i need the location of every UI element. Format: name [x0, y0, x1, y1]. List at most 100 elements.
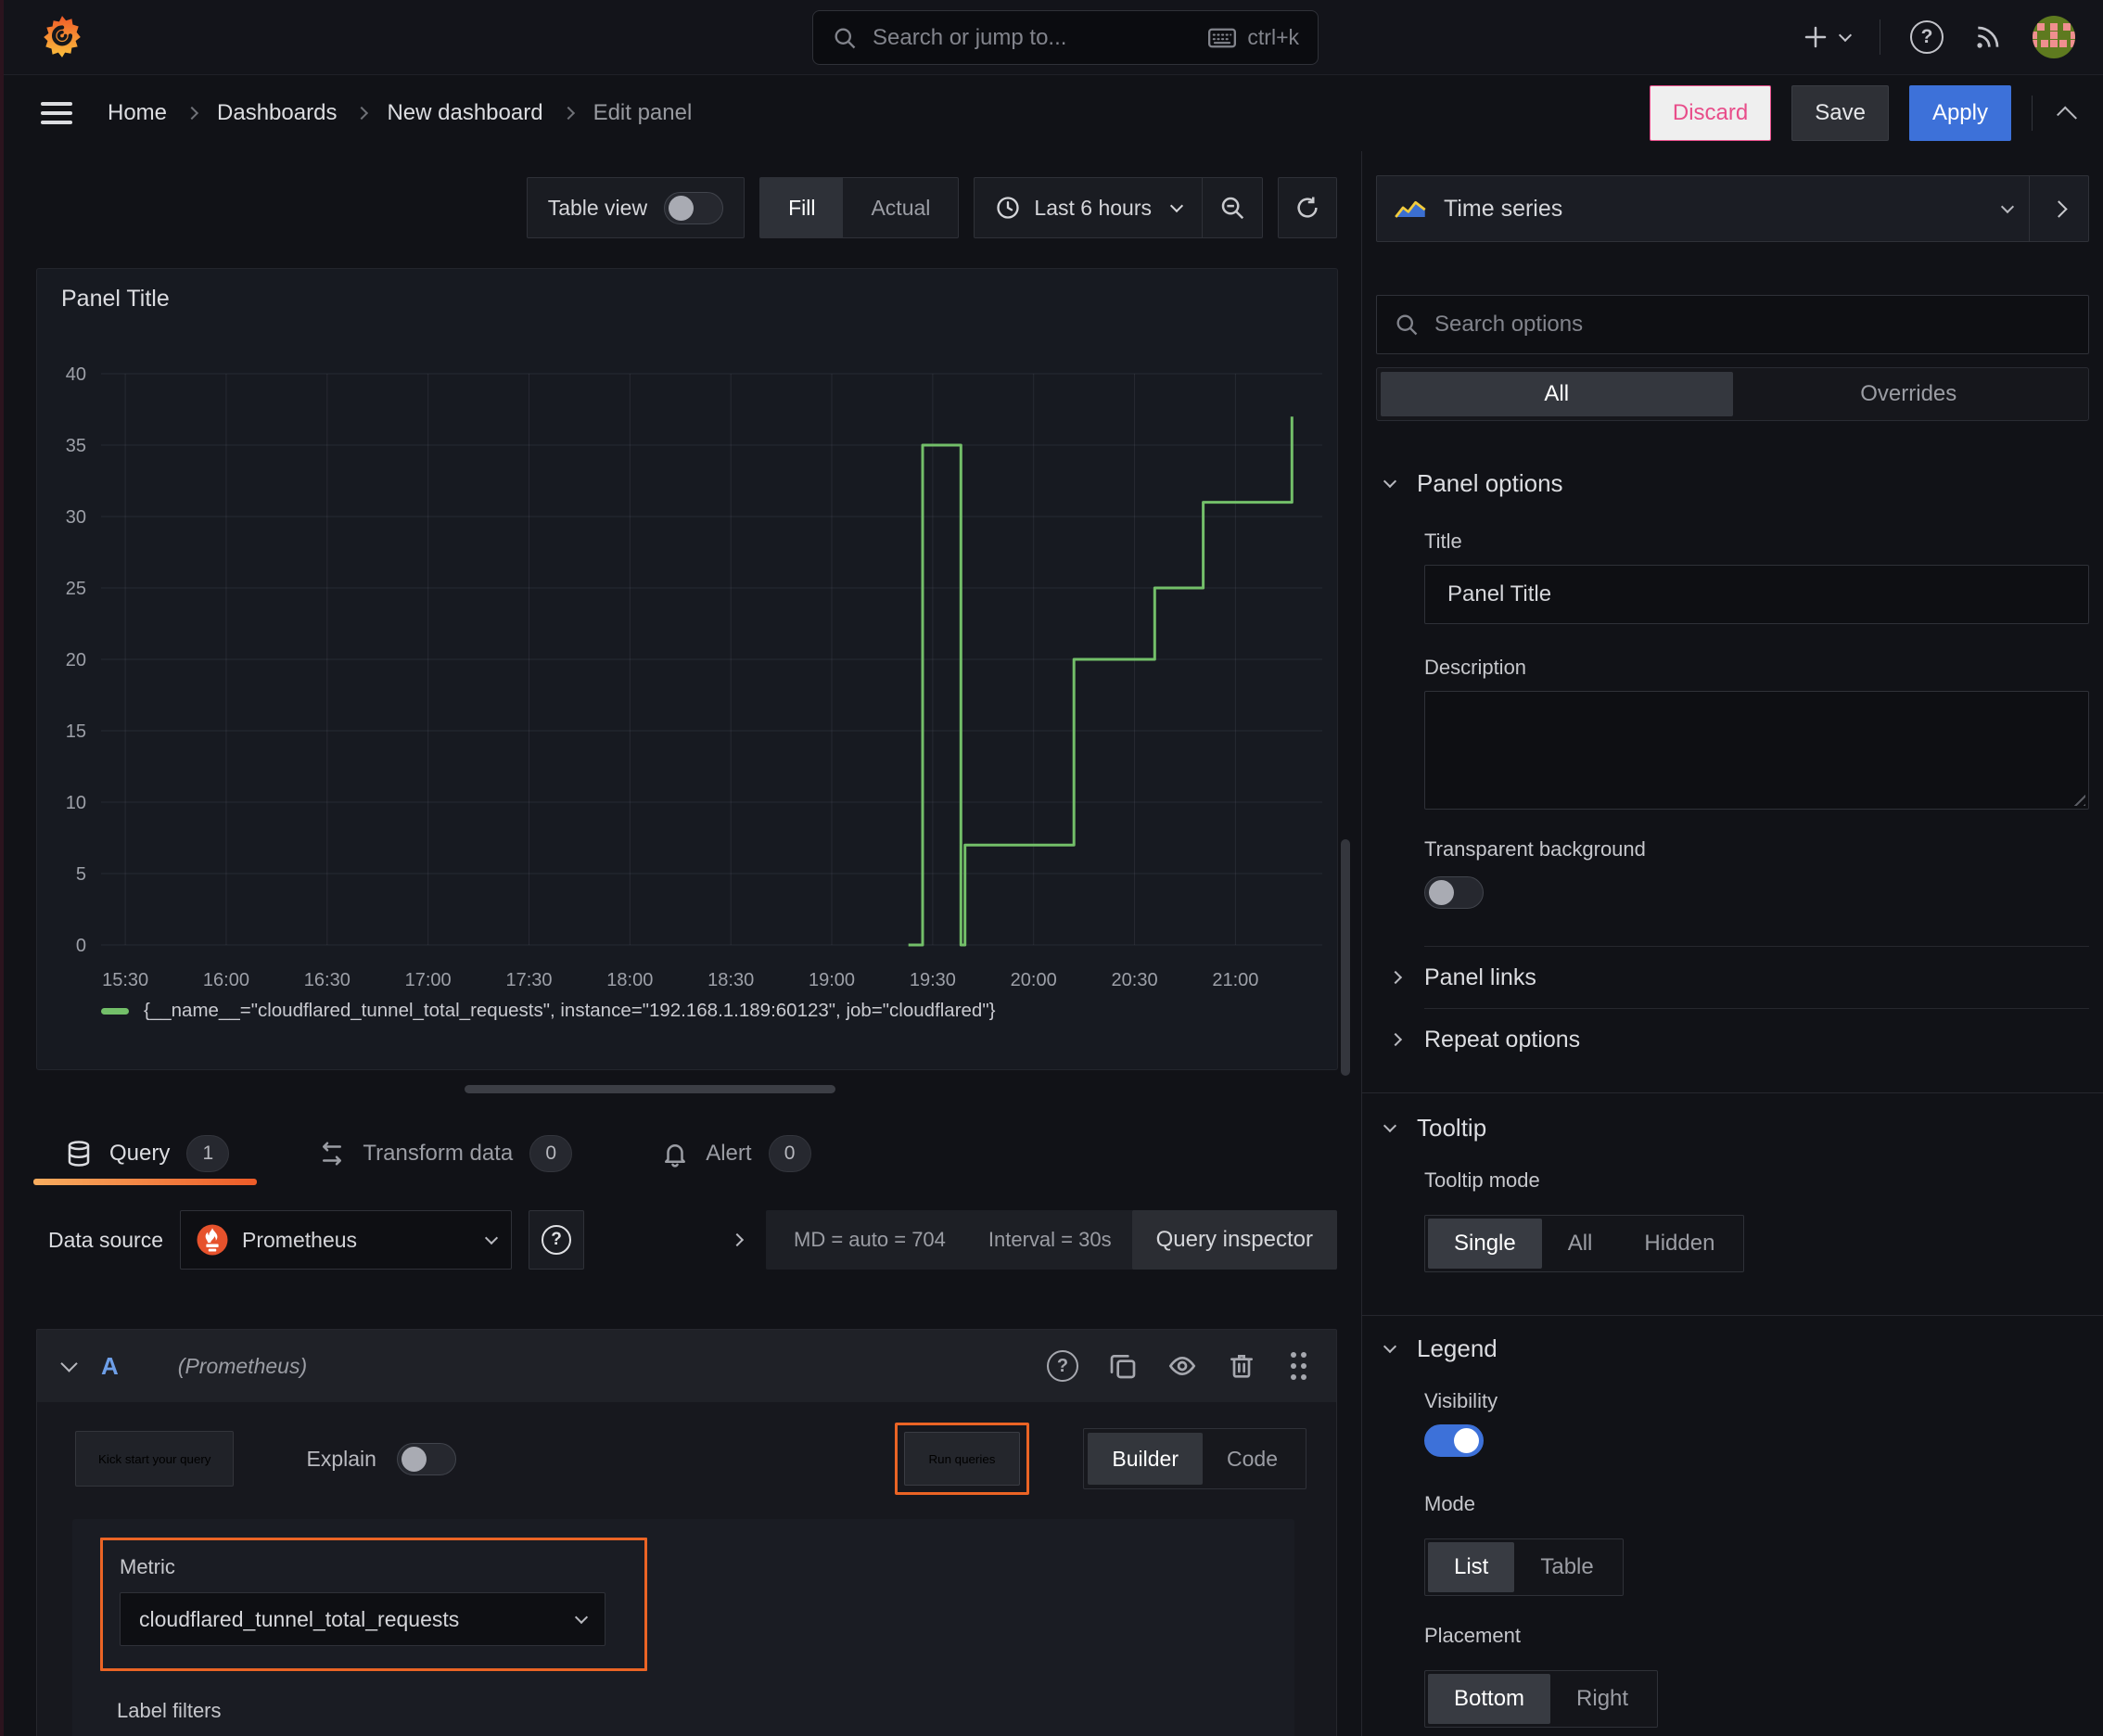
- panel-title-input[interactable]: [1424, 565, 2089, 624]
- actual-option[interactable]: Actual: [843, 178, 958, 237]
- builder-option[interactable]: Builder: [1088, 1433, 1204, 1485]
- transform-count-badge: 0: [529, 1135, 573, 1172]
- visualization-picker[interactable]: Time series: [1377, 176, 2029, 241]
- panel-options-header[interactable]: Panel options: [1383, 469, 2089, 498]
- tab-transform-label: Transform data: [363, 1141, 514, 1166]
- table-view-label: Table view: [547, 195, 648, 220]
- breadcrumb-dashboards[interactable]: Dashboards: [217, 100, 337, 126]
- horizontal-scrollbar[interactable]: [465, 1085, 835, 1093]
- collapse-options-icon[interactable]: [2057, 106, 2077, 126]
- chevron-right-icon: [561, 106, 575, 121]
- tab-query[interactable]: Query 1: [32, 1135, 258, 1185]
- mode-list-option[interactable]: List: [1428, 1542, 1515, 1592]
- title-label: Title: [1424, 530, 1462, 553]
- code-option[interactable]: Code: [1203, 1433, 1302, 1485]
- tab-overrides[interactable]: Overrides: [1733, 372, 2085, 416]
- options-search-input[interactable]: [1434, 312, 2071, 338]
- user-avatar[interactable]: [2033, 16, 2075, 58]
- duplicate-query-icon[interactable]: [1108, 1351, 1138, 1381]
- search-icon: [832, 25, 858, 51]
- metric-value: cloudflared_tunnel_total_requests: [139, 1606, 460, 1631]
- vertical-scrollbar[interactable]: [1341, 839, 1350, 1076]
- divider: [2032, 96, 2033, 131]
- discard-button[interactable]: Discard: [1649, 85, 1772, 141]
- apply-button[interactable]: Apply: [1908, 85, 2011, 141]
- breadcrumb-new-dashboard[interactable]: New dashboard: [387, 100, 542, 126]
- datasource-picker[interactable]: Prometheus: [180, 1210, 513, 1270]
- explain-toggle[interactable]: [396, 1442, 456, 1475]
- legend-placement-switch: Bottom Right: [1424, 1670, 1659, 1728]
- keyboard-icon: [1208, 28, 1237, 48]
- global-search[interactable]: ctrl+k: [812, 10, 1319, 65]
- mode-table-option[interactable]: Table: [1514, 1542, 1619, 1592]
- chevron-right-icon[interactable]: [730, 1232, 745, 1247]
- table-view-toggle[interactable]: [664, 191, 724, 224]
- query-options-summary[interactable]: MD = auto = 704 Interval = 30s: [766, 1210, 1140, 1270]
- svg-text:18:00: 18:00: [606, 970, 653, 990]
- time-series-chart: 0 5 10 15 20 25 30 35 40 15:30 16:00 16:30 17:00 17:3…: [66, 364, 1322, 990]
- alert-count-badge: 0: [768, 1135, 811, 1172]
- shortcut-label: ctrl+k: [1247, 25, 1299, 49]
- help-button[interactable]: [1910, 20, 1944, 54]
- datasource-name: Prometheus: [242, 1227, 358, 1252]
- grafana-logo[interactable]: [39, 14, 85, 60]
- refresh-button[interactable]: [1278, 177, 1337, 238]
- run-queries-button[interactable]: Run queries: [903, 1432, 1021, 1486]
- metric-highlight: Metric cloudflared_tunnel_total_requests: [100, 1538, 647, 1671]
- news-button[interactable]: [1973, 22, 2003, 52]
- query-inspector-button[interactable]: Query inspector: [1131, 1210, 1337, 1270]
- tooltip-single-option[interactable]: Single: [1428, 1219, 1542, 1269]
- tooltip-hidden-option[interactable]: Hidden: [1618, 1219, 1740, 1269]
- tooltip-all-option[interactable]: All: [1542, 1219, 1619, 1269]
- chart-legend-item[interactable]: {__name__="cloudflared_tunnel_total_requ…: [101, 1000, 995, 1022]
- legend-visibility-toggle[interactable]: [1424, 1424, 1484, 1457]
- editor-tabs: Query 1 Transform data 0 Alert 0: [32, 1123, 1361, 1185]
- query-datasource-hint: (Prometheus): [177, 1353, 308, 1378]
- svg-text:40: 40: [66, 364, 86, 385]
- description-textarea[interactable]: [1424, 691, 2089, 810]
- time-range-picker[interactable]: Last 6 hours: [975, 178, 1202, 237]
- visibility-label: Visibility: [1424, 1389, 1498, 1412]
- save-button[interactable]: Save: [1791, 85, 1889, 141]
- new-menu-button[interactable]: [1802, 23, 1853, 51]
- breadcrumb-home[interactable]: Home: [108, 100, 167, 126]
- tab-transform-data[interactable]: Transform data 0: [318, 1135, 573, 1172]
- menu-toggle-button[interactable]: [41, 102, 72, 124]
- tooltip-header[interactable]: Tooltip: [1383, 1114, 2089, 1142]
- kick-start-button[interactable]: Kick start your query: [75, 1431, 235, 1487]
- svg-text:21:00: 21:00: [1212, 970, 1258, 990]
- panel-links-section[interactable]: Panel links: [1388, 947, 2089, 1008]
- placement-right-option[interactable]: Right: [1550, 1674, 1654, 1724]
- delete-query-icon[interactable]: [1227, 1351, 1256, 1381]
- query-ref-id: A: [101, 1351, 119, 1380]
- visualization-name: Time series: [1444, 195, 1563, 222]
- viz-suggestions-button[interactable]: [2029, 176, 2088, 241]
- fill-option[interactable]: Fill: [760, 178, 844, 237]
- panel-title[interactable]: Panel Title: [61, 286, 170, 313]
- svg-text:20: 20: [66, 650, 86, 670]
- legend-header[interactable]: Legend: [1383, 1334, 2089, 1363]
- database-icon: [65, 1140, 93, 1168]
- drag-handle-icon[interactable]: [1286, 1348, 1310, 1384]
- tab-alert[interactable]: Alert 0: [661, 1135, 811, 1172]
- hide-query-icon[interactable]: [1167, 1351, 1197, 1381]
- search-input[interactable]: [873, 24, 1194, 51]
- repeat-options-section[interactable]: Repeat options: [1388, 1009, 2089, 1070]
- description-input[interactable]: [1425, 692, 2088, 809]
- time-range-control: Last 6 hours: [974, 177, 1263, 238]
- explain-label: Explain: [306, 1446, 376, 1471]
- tab-alert-label: Alert: [706, 1141, 752, 1166]
- options-search[interactable]: [1376, 295, 2089, 354]
- description-label: Description: [1424, 656, 1527, 679]
- query-header[interactable]: A (Prometheus): [37, 1330, 1336, 1402]
- query-help-icon[interactable]: [1047, 1350, 1078, 1382]
- transparent-bg-toggle[interactable]: [1424, 876, 1484, 909]
- zoom-out-button[interactable]: [1203, 178, 1262, 237]
- tab-all[interactable]: All: [1381, 372, 1733, 416]
- placement-bottom-option[interactable]: Bottom: [1428, 1674, 1551, 1724]
- metric-select[interactable]: cloudflared_tunnel_total_requests: [120, 1592, 605, 1646]
- svg-text:5: 5: [76, 864, 86, 885]
- datasource-row: Data source Prometheus MD = auto = 704 I…: [48, 1210, 1337, 1270]
- collapse-query-icon[interactable]: [60, 1355, 78, 1372]
- datasource-help-button[interactable]: [529, 1210, 585, 1270]
